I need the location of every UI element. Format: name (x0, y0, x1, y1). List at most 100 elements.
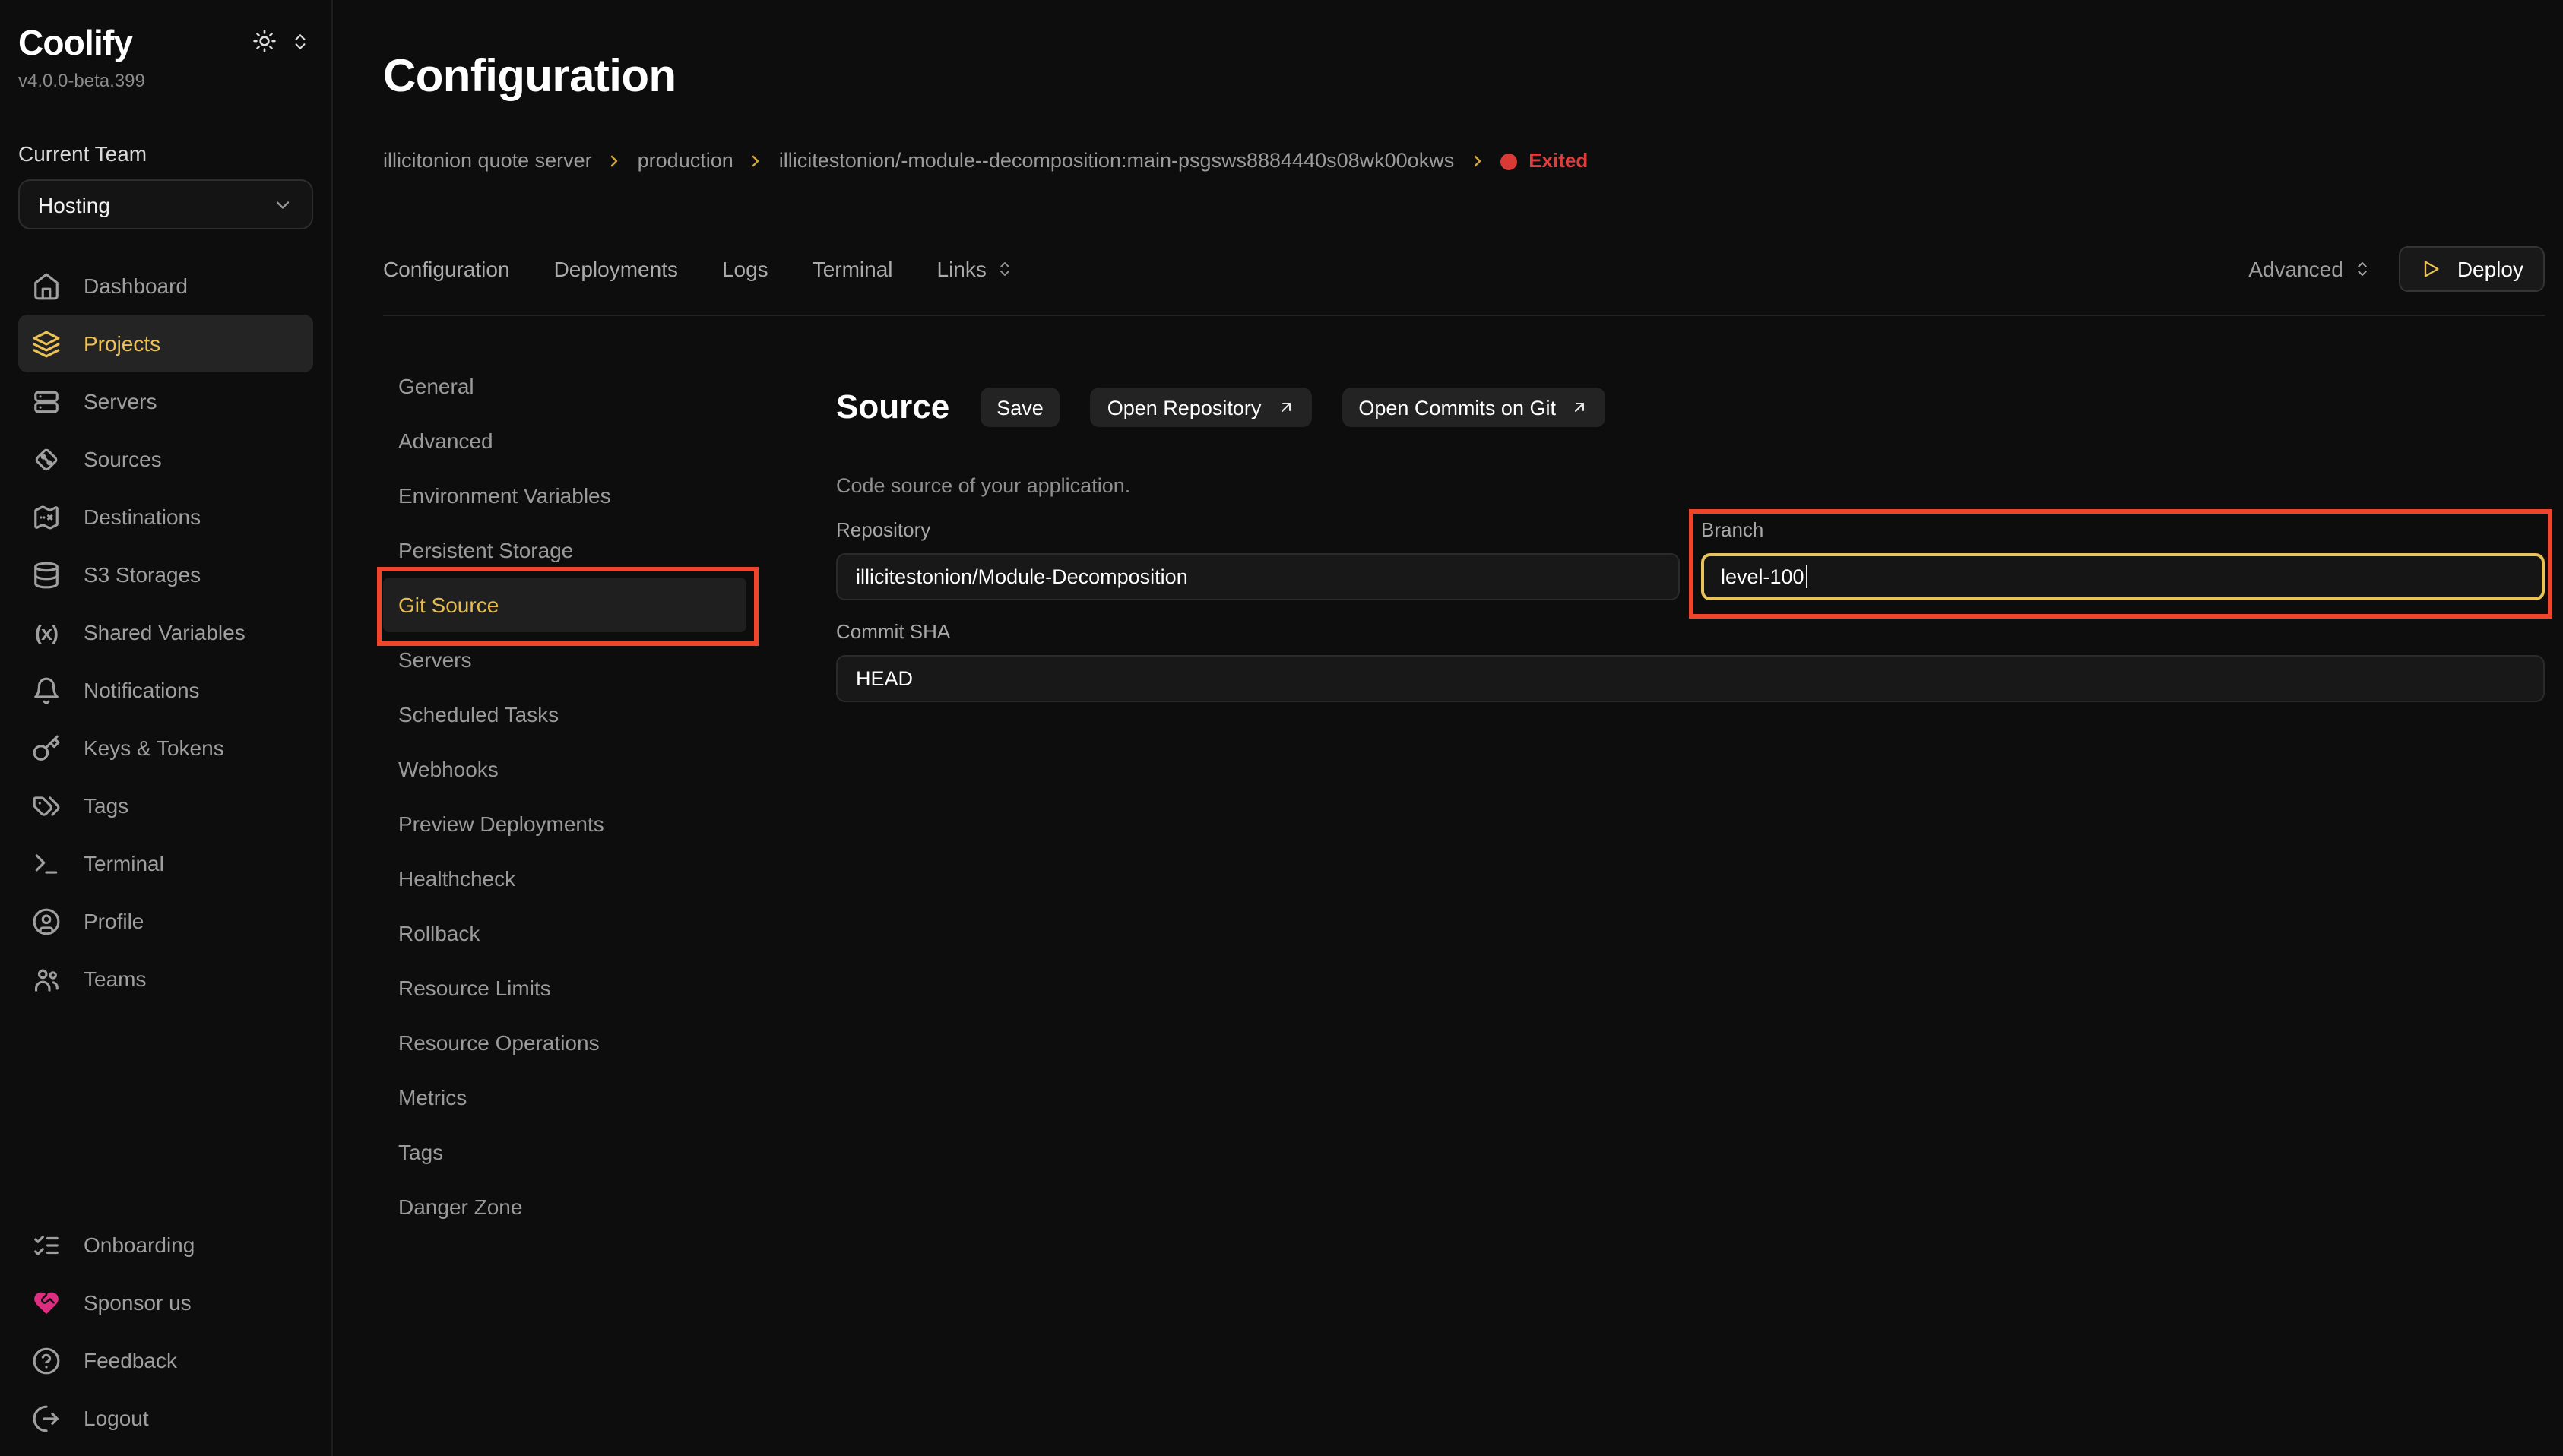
sidebar-item-label: Sponsor us (84, 1290, 192, 1315)
status-dot-icon (1500, 153, 1516, 169)
sidebar-item-label: Tags (84, 793, 128, 818)
tab-links[interactable]: Links (937, 257, 1014, 281)
chevron-right-icon (606, 152, 624, 170)
team-select[interactable]: Hosting (18, 179, 313, 229)
config-nav-danger-zone[interactable]: Danger Zone (383, 1179, 746, 1234)
arrow-up-right-icon (1276, 399, 1294, 417)
config-nav-git-source[interactable]: Git Source (383, 578, 746, 632)
tabs-row: Configuration Deployments Logs Terminal … (383, 246, 2545, 316)
commit-sha-input[interactable] (836, 654, 2545, 701)
tab-terminal[interactable]: Terminal (813, 257, 893, 281)
chevron-down-icon (272, 194, 293, 215)
sidebar-item-terminal[interactable]: Terminal (18, 834, 313, 892)
sidebar-item-tags[interactable]: Tags (18, 777, 313, 834)
tabs-actions: Advanced Deploy (2248, 246, 2545, 292)
sidebar-item-label: Dashboard (84, 274, 188, 298)
sidebar-item-label: Onboarding (84, 1233, 195, 1257)
deploy-button[interactable]: Deploy (2400, 246, 2545, 292)
sidebar-header: Coolify (18, 21, 313, 64)
arrow-up-right-icon (1571, 399, 1589, 417)
repository-input[interactable] (836, 552, 1680, 600)
open-repository-button[interactable]: Open Repository (1091, 388, 1312, 428)
sidebar-item-destinations[interactable]: Destinations (18, 488, 313, 546)
tabs: Configuration Deployments Logs Terminal … (383, 257, 1014, 281)
sidebar-item-onboarding[interactable]: Onboarding (18, 1216, 313, 1274)
home-icon (32, 271, 61, 300)
config-nav-advanced[interactable]: Advanced (383, 413, 746, 468)
logout-icon (32, 1404, 61, 1432)
sidebar-item-projects[interactable]: Projects (18, 315, 313, 372)
main-area: Configuration illicitonion quote server … (333, 0, 2563, 1456)
config-nav-tags[interactable]: Tags (383, 1125, 746, 1179)
sidebar-nav: Dashboard Projects Servers Sources Desti… (18, 257, 313, 1008)
sidebar-item-logout[interactable]: Logout (18, 1389, 313, 1447)
tab-configuration[interactable]: Configuration (383, 257, 510, 281)
sidebar-item-sponsor-us[interactable]: Sponsor us (18, 1274, 313, 1331)
sidebar-header-icons (252, 29, 313, 53)
tab-deployments[interactable]: Deployments (554, 257, 678, 281)
sidebar-item-label: Servers (84, 389, 157, 413)
advanced-menu[interactable]: Advanced (2248, 257, 2372, 281)
config-nav-preview-deployments[interactable]: Preview Deployments (383, 796, 746, 851)
sidebar-item-sources[interactable]: Sources (18, 430, 313, 488)
git-source-icon (32, 445, 61, 473)
sidebar-item-label: Shared Variables (84, 620, 246, 644)
sidebar-item-dashboard[interactable]: Dashboard (18, 257, 313, 315)
database-icon (32, 560, 61, 589)
chevrons-up-down-icon[interactable] (290, 31, 310, 51)
sidebar-item-label: Projects (84, 331, 160, 356)
chevron-right-icon (1468, 152, 1486, 170)
config-nav-metrics[interactable]: Metrics (383, 1070, 746, 1125)
chevrons-up-down-icon (996, 260, 1014, 278)
sidebar-item-s3-storages[interactable]: S3 Storages (18, 546, 313, 603)
config-nav-environment-variables[interactable]: Environment Variables (383, 468, 746, 523)
sidebar-item-keys-tokens[interactable]: Keys & Tokens (18, 719, 313, 777)
list-checks-icon (32, 1230, 61, 1259)
text-cursor (1806, 565, 1808, 587)
save-button[interactable]: Save (980, 388, 1060, 428)
chevrons-up-down-icon (2354, 260, 2372, 278)
sidebar-item-notifications[interactable]: Notifications (18, 661, 313, 719)
breadcrumb-environment[interactable]: production (638, 147, 733, 175)
config-nav-healthcheck[interactable]: Healthcheck (383, 851, 746, 906)
config-nav-general[interactable]: General (383, 359, 746, 413)
open-commits-button[interactable]: Open Commits on Git (1342, 388, 1606, 428)
heart-handshake-icon (32, 1288, 61, 1317)
source-title: Source (836, 387, 949, 429)
status-badge: Exited (1500, 147, 1588, 175)
sidebar-item-profile[interactable]: Profile (18, 892, 313, 950)
variable-icon: (x) (32, 621, 61, 644)
sidebar-item-shared-variables[interactable]: (x) Shared Variables (18, 603, 313, 661)
branch-label: Branch (1701, 518, 2545, 542)
sidebar-item-feedback[interactable]: Feedback (18, 1331, 313, 1389)
config-nav-scheduled-tasks[interactable]: Scheduled Tasks (383, 687, 746, 742)
map-icon (32, 502, 61, 531)
breadcrumb-project[interactable]: illicitonion quote server (383, 147, 592, 175)
sidebar-item-label: Sources (84, 447, 162, 471)
page-title: Configuration (383, 50, 2545, 105)
users-icon (32, 964, 61, 993)
coolify-app: Coolify v4.0.0-beta.399 Current Team Hos… (0, 0, 2563, 1456)
sidebar-item-teams[interactable]: Teams (18, 950, 313, 1008)
theme-toggle-sun-icon[interactable] (252, 29, 277, 53)
config-nav-servers[interactable]: Servers (383, 632, 746, 687)
config-nav-rollback[interactable]: Rollback (383, 906, 746, 961)
commit-sha-label: Commit SHA (836, 619, 2545, 644)
source-header: Source Save Open Repository Open Commits… (836, 359, 2545, 457)
annotation-box-git-source: Git Source (383, 578, 746, 632)
config-nav-persistent-storage[interactable]: Persistent Storage (383, 523, 746, 578)
help-circle-icon (32, 1346, 61, 1375)
config-nav-resource-operations[interactable]: Resource Operations (383, 1015, 746, 1070)
config-nav-resource-limits[interactable]: Resource Limits (383, 961, 746, 1015)
bell-icon (32, 676, 61, 704)
tab-logs[interactable]: Logs (722, 257, 768, 281)
breadcrumb-application[interactable]: illicitestonion/-module--decomposition:m… (779, 147, 1454, 175)
sidebar-item-label: Logout (84, 1406, 149, 1430)
config-nav-webhooks[interactable]: Webhooks (383, 742, 746, 796)
sidebar-item-servers[interactable]: Servers (18, 372, 313, 430)
branch-input[interactable]: level-100 (1701, 552, 2545, 600)
current-team-label: Current Team (18, 140, 313, 167)
sidebar-footer: Onboarding Sponsor us Feedback Logout (18, 1216, 313, 1450)
breadcrumb: illicitonion quote server production ill… (383, 147, 2545, 175)
app-logo: Coolify (18, 21, 132, 64)
